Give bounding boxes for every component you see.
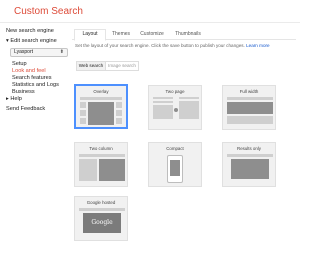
- layout-card-label: Two page: [165, 89, 185, 94]
- layout-card-overlay[interactable]: Overlay: [74, 84, 128, 129]
- sidebar-item-setup[interactable]: Setup: [6, 61, 68, 68]
- edit-search-engine-link[interactable]: ▾ Edit search engine: [6, 38, 68, 45]
- subtab-image-search[interactable]: Image search: [105, 61, 139, 71]
- layout-card-label: Results only: [237, 146, 261, 151]
- page-title: Custom Search: [14, 6, 83, 17]
- new-search-engine-link[interactable]: New search engine: [6, 28, 68, 35]
- layout-card-two-page[interactable]: Two page: [148, 85, 202, 130]
- layout-description: Set the layout of your search engine. Cl…: [75, 43, 270, 48]
- layout-thumbnail: [153, 97, 199, 126]
- subtab-web-search[interactable]: Web search: [76, 61, 106, 71]
- layout-thumbnail: [79, 154, 125, 183]
- layout-card-two-column[interactable]: Two column: [74, 142, 128, 187]
- layout-card-results-only[interactable]: Results only: [222, 142, 276, 187]
- edit-engine-label: Edit search engine: [10, 38, 57, 44]
- sidebar-item-statistics[interactable]: Statistics and Logs: [6, 82, 68, 89]
- layout-thumbnail: [227, 154, 273, 183]
- layout-card-full-width[interactable]: Full width: [222, 85, 276, 130]
- title-divider: [0, 22, 300, 23]
- engine-selector[interactable]: Lyasport ⬍: [10, 48, 68, 57]
- tab-customize[interactable]: Customize: [136, 30, 168, 40]
- learn-more-link[interactable]: Learn more: [246, 43, 270, 48]
- layout-card-label: Full width: [239, 89, 259, 94]
- sidebar-item-search-features[interactable]: Search features: [6, 75, 68, 82]
- chevron-down-icon: ⬍: [59, 49, 64, 55]
- help-label: Help: [10, 96, 22, 102]
- main-panel: Layout Themes Customize Thumbnails Set t…: [72, 28, 296, 241]
- sidebar-item-look-and-feel[interactable]: Look and feel: [6, 68, 68, 75]
- tab-layout[interactable]: Layout: [74, 29, 106, 41]
- layout-thumbnail: [80, 97, 122, 126]
- layout-thumbnail: [227, 97, 273, 126]
- layout-card-label: Google hosted: [86, 200, 116, 205]
- layout-card-label: Two column: [89, 146, 113, 151]
- engine-selector-value: Lyasport: [14, 49, 33, 55]
- sidebar: New search engine ▾ Edit search engine L…: [6, 28, 68, 113]
- tab-thumbnails[interactable]: Thumbnails: [170, 30, 206, 40]
- layout-thumbnail: [167, 155, 183, 183]
- google-logo: Google: [83, 213, 121, 233]
- help-link[interactable]: ▸ Help: [6, 96, 68, 103]
- layout-card-label: Overlay: [93, 89, 109, 94]
- layout-card-compact[interactable]: Compact: [148, 142, 202, 187]
- layout-thumbnail: Google: [79, 208, 125, 237]
- description-text: Set the layout of your search engine. Cl…: [75, 43, 245, 48]
- layout-card-label: Compact: [166, 146, 184, 151]
- tab-themes[interactable]: Themes: [108, 30, 134, 40]
- sidebar-item-business[interactable]: Business: [6, 89, 68, 96]
- tab-bar: Layout Themes Customize Thumbnails: [72, 28, 296, 41]
- layout-card-google-hosted[interactable]: Google hosted Google: [74, 196, 128, 241]
- send-feedback-link[interactable]: Send Feedback: [6, 106, 68, 113]
